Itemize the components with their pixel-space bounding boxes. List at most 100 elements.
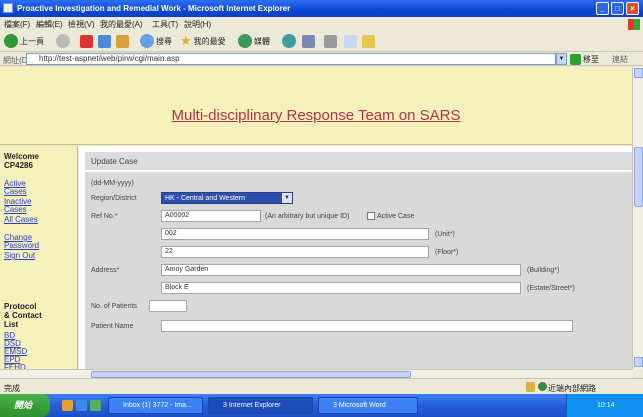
mail-button[interactable] <box>302 33 315 49</box>
home-button[interactable] <box>116 33 129 49</box>
toolbar: 上一頁 搜尋 ★ 我的最愛 媒體 <box>0 30 643 52</box>
horizontal-scroll-thumb[interactable] <box>91 371 411 378</box>
region-select[interactable]: HK - Central and Western ▼ <box>161 192 293 204</box>
lock-icon <box>526 382 535 392</box>
history-button[interactable] <box>282 33 296 49</box>
quicklaunch-icon-3[interactable] <box>90 400 101 411</box>
mail-icon <box>302 34 315 48</box>
search-icon <box>140 34 154 48</box>
sidebar-link-inactive-cases-2[interactable]: Cases <box>4 206 27 214</box>
ref-hint: (An arbitrary but unique ID) <box>265 213 350 220</box>
taskbar-item-word[interactable]: 3 Microsoft Word <box>318 397 418 414</box>
star-icon: ★ <box>180 33 192 48</box>
chevron-down-icon: ▼ <box>282 193 292 203</box>
patients-input[interactable] <box>149 300 187 312</box>
menu-favorites[interactable]: 我的最愛(A) <box>100 19 143 30</box>
media-icon <box>238 34 252 48</box>
address-input[interactable]: http://test-aspnet/web/pirw/cgi/main.asp <box>26 53 556 65</box>
region-select-value: HK - Central and Western <box>165 195 246 202</box>
taskbar-item-inbox[interactable]: Inbox (1) 3772 - Ima... <box>108 397 203 414</box>
unit-suffix: (Unit*) <box>435 231 455 238</box>
active-case-checkbox[interactable] <box>367 212 375 220</box>
form-header-label: Update Case <box>91 157 138 166</box>
main-content: Update Case (dd-MM-yyyy) Region/District… <box>79 146 632 369</box>
page-banner: Multi-disciplinary Response Team on SARS <box>0 67 632 145</box>
protocol-line-3: List <box>4 320 19 329</box>
active-case-label: Active Case <box>377 213 415 220</box>
scroll-up-button[interactable] <box>634 68 643 78</box>
close-button[interactable]: × <box>626 2 639 15</box>
edit-button[interactable] <box>344 33 357 49</box>
patient-name-input[interactable] <box>161 320 573 332</box>
back-button[interactable]: 上一頁 <box>4 33 44 49</box>
ref-input[interactable]: A00002 <box>161 210 261 222</box>
taskbar: 開始 Inbox (1) 3772 - Ima... 3 Internet Ex… <box>0 394 643 417</box>
quicklaunch-icon-2[interactable] <box>76 400 87 411</box>
address-dropdown-button[interactable]: ▼ <box>556 53 567 65</box>
taskbar-item-ie[interactable]: 3 Internet Explorer <box>208 397 313 414</box>
search-button[interactable]: 搜尋 <box>140 33 172 49</box>
back-arrow-icon <box>4 34 18 48</box>
favorites-label: 我的最愛 <box>193 36 226 46</box>
scroll-down-button[interactable] <box>634 357 643 367</box>
region-label: Region/District <box>91 195 137 202</box>
sidebar-link-sign-out[interactable]: Sign Out <box>4 252 35 260</box>
sidebar-link-all-cases[interactable]: All Cases <box>4 216 38 224</box>
start-button[interactable]: 開始 <box>0 394 50 417</box>
update-case-form: (dd-MM-yyyy) Region/District HK - Centra… <box>85 172 632 369</box>
stop-icon <box>80 34 93 48</box>
welcome-label: Welcome <box>4 152 39 161</box>
page-title[interactable]: Multi-disciplinary Response Team on SARS <box>0 107 632 124</box>
unit-input[interactable]: 002 <box>161 228 429 240</box>
date-hint: (dd-MM-yyyy) <box>91 180 134 187</box>
floor-input[interactable]: 22 <box>161 246 429 258</box>
folder-button[interactable] <box>362 33 375 49</box>
windows-logo-icon <box>628 19 640 30</box>
intranet-zone-icon <box>538 382 547 391</box>
minimize-button[interactable]: _ <box>596 2 609 15</box>
building-input[interactable]: Amoy Garden <box>161 264 521 276</box>
menu-help[interactable]: 說明(H) <box>184 19 211 30</box>
floor-suffix: (Floor*) <box>435 249 459 256</box>
go-arrow-icon <box>570 53 581 65</box>
maximize-button[interactable]: □ <box>611 2 624 15</box>
history-icon <box>282 34 296 48</box>
menu-edit[interactable]: 編輯(E) <box>36 19 63 30</box>
protocol-line-1: Protocol <box>4 302 37 311</box>
favorites-button[interactable]: ★ 我的最愛 <box>180 33 226 49</box>
ie-icon <box>3 3 13 13</box>
media-button[interactable]: 媒體 <box>238 33 270 49</box>
back-label: 上一頁 <box>20 36 44 46</box>
menu-bar: 檔案(F) 編輯(E) 檢視(V) 我的最愛(A) 工具(T) 說明(H) <box>0 17 643 30</box>
system-tray: 10:14 <box>566 394 643 417</box>
menu-file[interactable]: 檔案(F) <box>4 19 30 30</box>
forward-button[interactable] <box>56 33 70 49</box>
window-title: Proactive Investigation and Remedial Wor… <box>17 4 291 13</box>
links-button[interactable]: 連結 <box>612 54 628 65</box>
status-bar: 完成 近端內部網路 <box>0 378 643 394</box>
estate-input[interactable]: Block E <box>161 282 521 294</box>
vertical-scrollbar[interactable] <box>632 67 643 369</box>
menu-tools[interactable]: 工具(T) <box>152 19 178 30</box>
sidebar: Welcome CP4286 Active Cases Inactive Cas… <box>0 146 78 372</box>
estate-suffix: (Estate/Street*) <box>527 285 575 292</box>
horizontal-scrollbar[interactable] <box>79 369 632 378</box>
quicklaunch-icon-1[interactable] <box>62 400 73 411</box>
sidebar-link-change-password-2[interactable]: Password <box>4 242 39 250</box>
search-label: 搜尋 <box>156 36 172 46</box>
title-bar: Proactive Investigation and Remedial Wor… <box>0 0 643 17</box>
home-icon <box>116 34 129 48</box>
menu-view[interactable]: 檢視(V) <box>68 19 95 30</box>
stop-button[interactable] <box>80 33 93 49</box>
status-text: 完成 <box>4 384 20 393</box>
print-icon <box>324 34 337 48</box>
form-header: Update Case <box>85 152 632 170</box>
go-label: 移至 <box>583 54 599 64</box>
go-button[interactable]: 移至 <box>570 53 599 65</box>
sidebar-link-active-cases-2[interactable]: Cases <box>4 188 27 196</box>
vertical-scroll-thumb[interactable] <box>634 147 643 207</box>
sidebar-scroll-gap <box>0 369 79 378</box>
building-suffix: (Building*) <box>527 267 560 274</box>
print-button[interactable] <box>324 33 337 49</box>
refresh-button[interactable] <box>98 33 111 49</box>
